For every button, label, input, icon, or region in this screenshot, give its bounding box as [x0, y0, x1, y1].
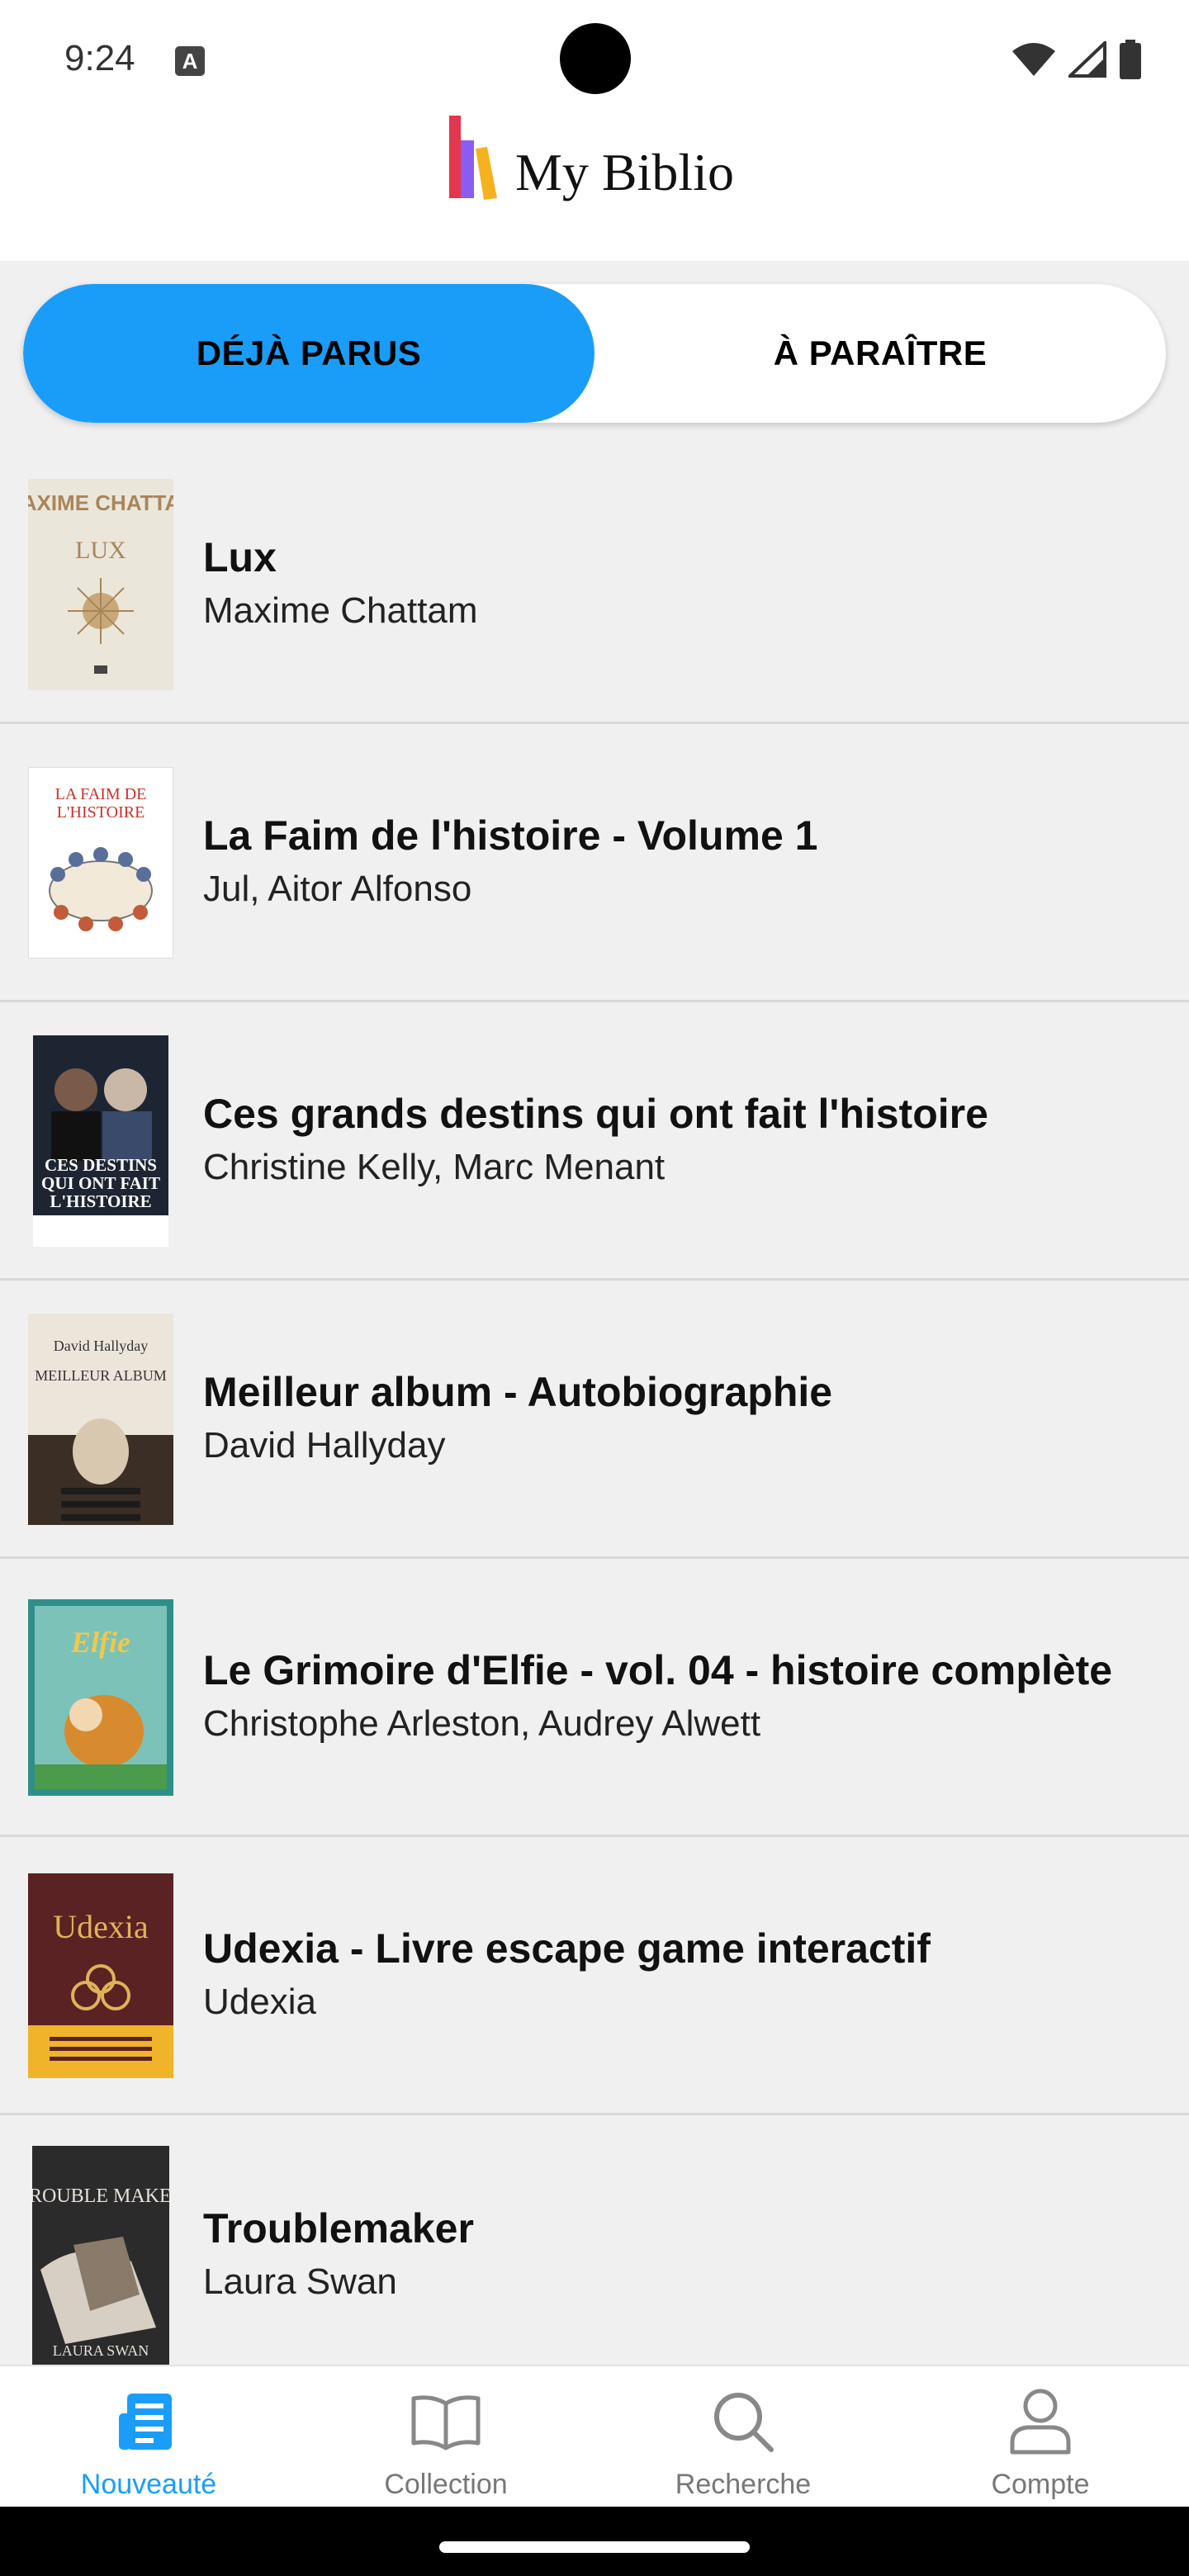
book-title: La Faim de l'histoire - Volume 1 — [203, 812, 818, 859]
book-title: Troublemaker — [203, 2204, 474, 2252]
book-open-icon — [409, 2384, 483, 2459]
nav-item-recherche[interactable]: Recherche — [594, 2366, 892, 2507]
book-author: David Hallyday — [203, 1425, 446, 1466]
nav-label: Recherche — [675, 2469, 812, 2500]
list-item[interactable]: MAXIME CHATTAM LUX Lux Maxime Chattam — [0, 446, 1189, 724]
book-cover: David Hallyday MEILLEUR ALBUM — [28, 1314, 173, 1525]
book-cover: LA FAIM DE L'HISTOIRE — [28, 757, 173, 968]
camera-cutout — [560, 23, 631, 94]
nav-label: Nouveauté — [80, 2469, 217, 2500]
cover-title-text: CES DESTINS QUI ONT FAIT L'HISTOIRE — [41, 1156, 160, 1211]
book-title: Le Grimoire d'Elfie - vol. 04 - histoire… — [203, 1647, 1113, 1693]
newspaper-icon — [111, 2384, 186, 2459]
cover-title-text: LA FAIM DE L'HISTOIRE — [54, 785, 147, 822]
release-tabs: DÉJÀ PARUS À PARAÎTRE — [23, 284, 1166, 423]
app-logo — [449, 116, 497, 200]
list-item[interactable]: David Hallyday MEILLEUR ALBUM Meilleur a… — [0, 1281, 1189, 1559]
cover-title-text: Elfie — [70, 1626, 130, 1659]
nav-label: Collection — [384, 2469, 508, 2500]
book-title: Ces grands destins qui ont fait l'histoi… — [203, 1091, 988, 1137]
cover-title-text: Udexia — [53, 1908, 149, 1945]
home-indicator[interactable] — [439, 2541, 750, 2553]
book-cover: TROUBLE MAKER LAURA SWAN — [28, 2145, 173, 2366]
book-author: Laura Swan — [203, 2261, 397, 2302]
cover-author-text: LAURA SWAN — [53, 2342, 149, 2359]
list-item[interactable]: TROUBLE MAKER LAURA SWAN Troublemaker La… — [0, 2115, 1189, 2394]
book-author: Christine Kelly, Marc Menant — [203, 1147, 666, 1187]
notification-icon: A — [175, 46, 205, 76]
app-header: My Biblio — [0, 99, 1189, 261]
app-title: My Biblio — [515, 143, 734, 201]
book-list: MAXIME CHATTAM LUX Lux Maxime Chattam LA… — [0, 446, 1189, 2394]
status-time: 9:24 — [64, 38, 135, 78]
nav-item-compte[interactable]: Compte — [892, 2366, 1189, 2507]
cover-title-text: LUX — [75, 537, 126, 564]
book-title: Udexia - Livre escape game interactif — [203, 1925, 931, 1972]
book-author: Maxime Chattam — [203, 590, 478, 631]
cover-title-text: MEILLEUR ALBUM — [35, 1367, 167, 1384]
book-title: Meilleur album - Autobiographie — [203, 1369, 833, 1415]
book-title: Lux — [203, 534, 277, 580]
book-cover: Elfie — [28, 1592, 173, 1803]
list-item[interactable]: LA FAIM DE L'HISTOIRE La Faim de l'histo… — [0, 724, 1189, 1002]
signal-icon — [1068, 41, 1106, 78]
nav-item-collection[interactable]: Collection — [297, 2366, 594, 2507]
book-cover: Udexia — [28, 1870, 173, 2081]
wifi-icon — [1012, 43, 1055, 76]
book-author: Udexia — [203, 1982, 316, 2022]
search-icon — [706, 2384, 780, 2459]
person-icon — [1003, 2384, 1078, 2459]
status-bar: 9:24 A — [0, 0, 1189, 116]
battery-icon — [1120, 40, 1141, 79]
list-item[interactable]: Udexia Udexia - Livre escape game intera… — [0, 1837, 1189, 2115]
book-cover: CES DESTINS QUI ONT FAIT L'HISTOIRE — [28, 1035, 173, 1247]
status-icons — [1011, 40, 1143, 79]
nav-label: Compte — [991, 2469, 1090, 2500]
nav-item-nouveaute[interactable]: Nouveauté — [0, 2366, 297, 2507]
book-author: Christophe Arleston, Audrey Alwett — [203, 1703, 761, 1744]
list-item[interactable]: Elfie Le Grimoire d'Elfie - vol. 04 - hi… — [0, 1559, 1189, 1837]
book-cover: MAXIME CHATTAM LUX — [28, 479, 173, 690]
tab-deja-parus[interactable]: DÉJÀ PARUS — [23, 284, 594, 423]
list-item[interactable]: CES DESTINS QUI ONT FAIT L'HISTOIRE Ces … — [0, 1002, 1189, 1281]
tab-a-paraitre[interactable]: À PARAÎTRE — [594, 284, 1166, 423]
book-author: Jul, Aitor Alfonso — [203, 869, 472, 909]
bottom-navigation: Nouveauté Collection Recherche Compte — [0, 2365, 1189, 2507]
cover-author-text: David Hallyday — [54, 1338, 148, 1354]
cover-author-text: MAXIME CHATTAM — [28, 490, 173, 515]
cover-title-text: TROUBLE MAKER — [32, 2185, 169, 2207]
